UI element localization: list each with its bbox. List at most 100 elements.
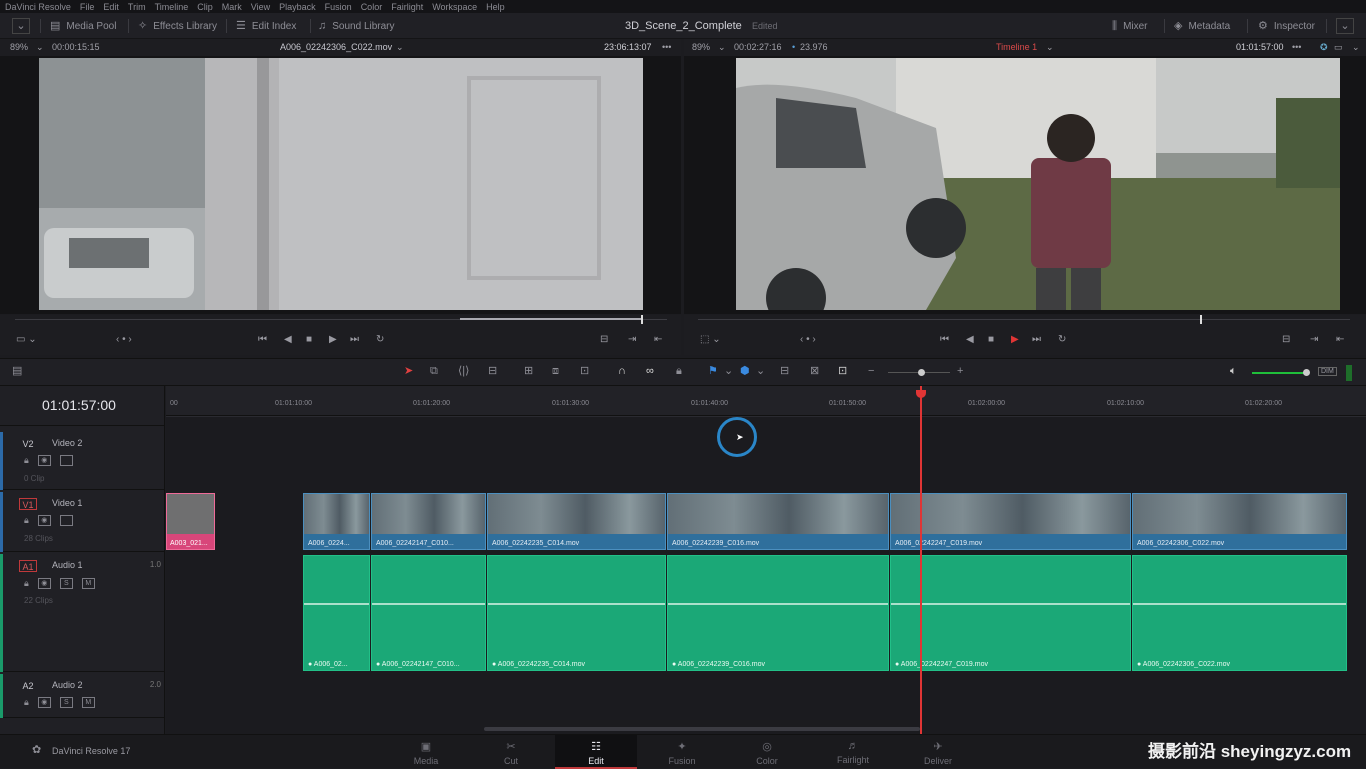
track-id[interactable]: V1 [19,498,37,510]
selection-tool-icon[interactable]: ➤ [404,366,413,377]
menu-fairlight[interactable]: Fairlight [391,2,423,12]
chevron-down-icon[interactable]: ⌄ [36,42,44,53]
speaker-icon[interactable]: 🔈︎ [1230,366,1237,377]
chevron-down-icon[interactable]: ⌄ [1046,42,1054,53]
stop-icon[interactable]: ■ [306,334,312,345]
chevron-down-icon[interactable]: ⌄ [1352,42,1360,53]
mark-out-icon[interactable]: ⇤ [654,334,662,345]
zoom-full-icon[interactable]: ⊟ [780,366,789,377]
jog-control[interactable]: ‹ • › [116,334,132,345]
blade-tool-icon[interactable]: ⊟ [488,366,497,377]
lock-icon[interactable]: 🔒︎ [24,515,29,526]
trim-tool-icon[interactable]: ⧉ [430,366,438,377]
page-fusion[interactable]: ✦ Fusion [641,735,723,769]
chevron-down-icon[interactable]: ⌄ [724,366,733,377]
mute-button[interactable]: M [81,578,95,589]
page-cut[interactable]: ✂ Cut [470,735,552,769]
zoom-out-icon[interactable]: − [868,366,874,377]
timeline-zoom[interactable]: 89% [692,42,710,52]
menu-app[interactable]: DaVinci Resolve [5,2,71,12]
menu-file[interactable]: File [80,2,95,12]
track-visibility-icon[interactable] [59,515,73,526]
snapping-magnet-icon[interactable]: ∩ [618,366,626,377]
solo-button[interactable]: S [59,697,73,708]
track-a1[interactable]: A1 Audio 1 1.0 🔒︎ ◉ S M 22 Clips [0,554,165,672]
menu-clip[interactable]: Clip [197,2,213,12]
go-to-end-icon[interactable]: ⏭ [1032,334,1041,345]
mark-in-icon[interactable]: ⇥ [628,334,636,345]
timeline-ruler[interactable]: 00 01:01:10:00 01:01:20:00 01:01:30:00 0… [166,386,1366,416]
auto-select-icon[interactable]: ◉ [37,455,51,466]
track-name[interactable]: Audio 1 [52,560,83,570]
chevron-down-icon[interactable]: ⌄ [756,366,765,377]
chevron-down-icon[interactable]: ⌄ [718,42,726,53]
source-clip-name[interactable]: A006_02242306_C022.mov [280,42,392,52]
sound-library-button[interactable]: ♫ Sound Library [318,18,395,34]
timeline-options-icon[interactable]: ▤ [12,366,22,377]
menu-help[interactable]: Help [486,2,505,12]
page-edit[interactable]: ☷ Edit [555,735,637,769]
edit-index-button[interactable]: ☰ Edit Index [236,18,296,34]
play-reverse-icon[interactable]: ◀ [966,334,974,345]
match-frame-icon[interactable]: ⊟ [1282,334,1290,345]
menu-color[interactable]: Color [361,2,383,12]
volume-handle[interactable] [1303,369,1310,376]
video-clip[interactable]: A006_02242247_C019.mov [890,493,1131,550]
track-v1[interactable]: V1 Video 1 🔒︎ ◉ 28 Clips [0,492,165,552]
timeline-name[interactable]: Timeline 1 [996,42,1037,52]
source-viewer[interactable] [0,56,681,314]
track-name[interactable]: Audio 2 [52,680,83,690]
replace-clip-icon[interactable]: ⊡ [580,366,589,377]
video-clip-pink[interactable]: A003_021... [166,493,215,550]
timeline-scrubber[interactable] [698,319,1350,320]
layout-toggle-button[interactable]: ⌄ [12,18,30,34]
page-fairlight[interactable]: ♬ Fairlight [812,735,894,769]
menu-fusion[interactable]: Fusion [325,2,352,12]
chevron-down-icon[interactable]: ⌄ [396,42,404,53]
page-media[interactable]: ▣ Media [385,735,467,769]
track-visibility-icon[interactable] [59,455,73,466]
zoom-in-icon[interactable]: + [957,366,963,377]
menu-mark[interactable]: Mark [222,2,242,12]
track-id[interactable]: V2 [19,438,37,450]
more-options-icon[interactable]: ••• [662,42,671,52]
more-button[interactable]: ⌄ [1336,18,1354,34]
track-name[interactable]: Video 2 [52,438,82,448]
viewer-mode-icon[interactable]: ▭ [1334,42,1343,53]
inspector-button[interactable]: ⚙ Inspector [1258,18,1315,34]
play-icon[interactable]: ▶ [1011,334,1019,345]
mixer-button[interactable]: ⫼ Mixer [1112,18,1148,34]
audio-clip[interactable]: ● A006_02242147_C010... [371,555,486,671]
media-pool-button[interactable]: ▤ Media Pool [50,18,116,34]
audio-clip[interactable]: ● A006_02242239_C016.mov [667,555,889,671]
menu-timeline[interactable]: Timeline [155,2,189,12]
timeline-area[interactable]: 00 01:01:10:00 01:01:20:00 01:01:30:00 0… [166,386,1366,734]
loop-icon[interactable]: ↻ [1058,334,1066,345]
source-zoom[interactable]: 89% [10,42,28,52]
match-frame-icon[interactable]: ⊟ [600,334,608,345]
timeline-viewer[interactable] [684,56,1366,314]
metadata-button[interactable]: ◈ Metadata [1174,18,1230,34]
more-options-icon[interactable]: ••• [1292,42,1301,52]
marker-icon[interactable]: ⬢ [740,366,750,377]
menu-view[interactable]: View [251,2,270,12]
viewer-size-icon[interactable]: ⬚ ⌄ [700,334,721,345]
stop-icon[interactable]: ■ [988,334,994,345]
dynamic-trim-icon[interactable]: ⟨|⟩ [458,366,469,377]
dim-button[interactable]: DIM [1318,367,1337,376]
timeline-playhead[interactable] [920,386,922,734]
mark-out-icon[interactable]: ⇤ [1336,334,1344,345]
mark-in-icon[interactable]: ⇥ [1310,334,1318,345]
mute-button[interactable]: M [81,697,95,708]
play-icon[interactable]: ▶ [329,334,337,345]
track-id[interactable]: A2 [19,680,37,692]
viewer-size-icon[interactable]: ▭ ⌄ [16,334,37,345]
page-deliver[interactable]: ✈ Deliver [897,735,979,769]
menu-trim[interactable]: Trim [128,2,146,12]
solo-button[interactable]: S [59,578,73,589]
zoom-slider-handle[interactable] [918,369,925,376]
track-id[interactable]: A1 [19,560,37,572]
page-color[interactable]: ◎ Color [726,735,808,769]
go-to-end-icon[interactable]: ⏭ [350,334,359,345]
overwrite-clip-icon[interactable]: ⧈ [552,366,559,377]
